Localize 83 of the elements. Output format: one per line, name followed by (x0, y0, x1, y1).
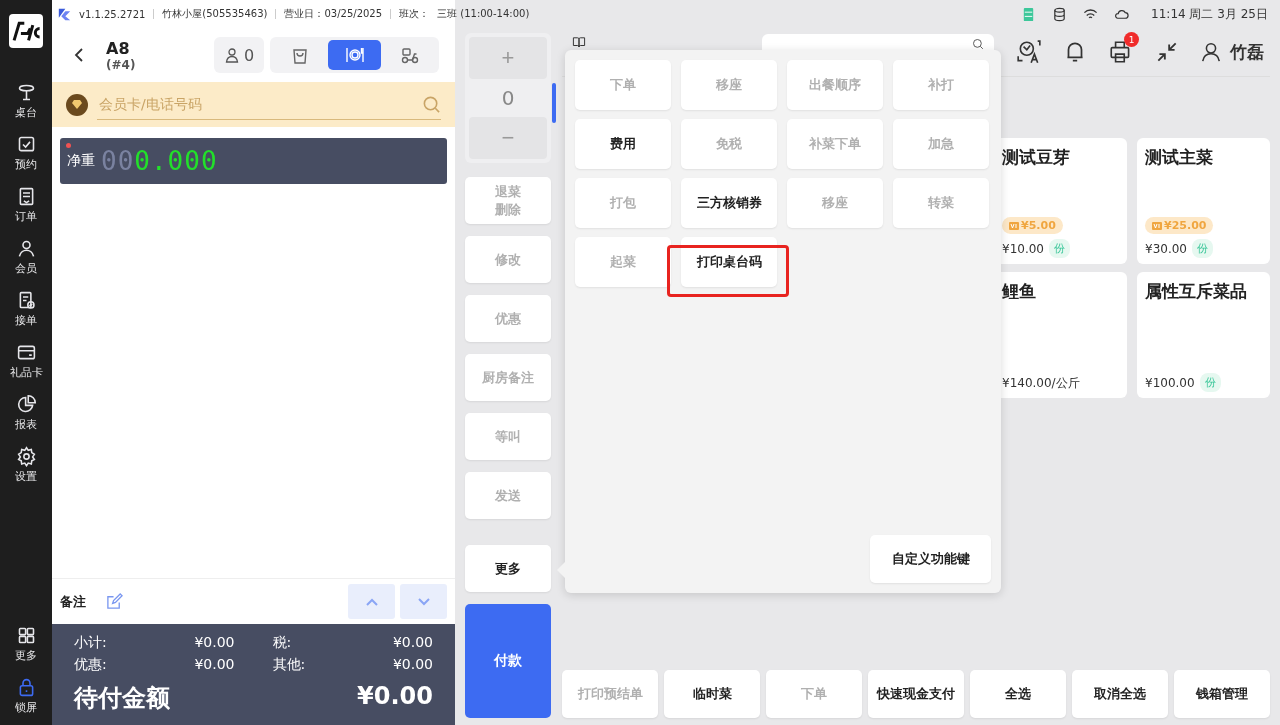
translate-icon[interactable] (1016, 39, 1042, 65)
nav-item[interactable]: 预约 (0, 134, 52, 172)
shift-time: 三班 (11:00-14:00) (437, 7, 530, 21)
nav-item[interactable]: 更多 (0, 625, 52, 663)
toolbar-button[interactable]: 钱箱管理 (1174, 670, 1270, 718)
dish-name: 测试豆芽 (1002, 146, 1071, 169)
summary-value: ¥0.00 (392, 634, 433, 652)
notification-badge: 1 (1124, 32, 1139, 47)
dish-card[interactable]: 测试主菜 ¥25.00 ¥30.00 份 (1137, 138, 1270, 264)
total-label: 待付金额 (74, 683, 170, 714)
customize-keys-button[interactable]: 自定义功能键 (870, 535, 991, 583)
nav-item[interactable]: 接单 (0, 290, 52, 328)
nav-item[interactable]: 订单 (0, 186, 52, 224)
vip-icon (1152, 221, 1162, 230)
table-name: A8 (106, 38, 131, 58)
member-search-field[interactable]: 会员卡/电话号码 (97, 95, 422, 113)
function-button[interactable]: 打印桌台码 (681, 237, 777, 287)
search-icon (972, 38, 984, 50)
remark-label: 备注 (60, 592, 86, 611)
summary-label: 税: (272, 634, 292, 652)
store-name: 竹林小屋(505535463) (162, 7, 268, 21)
member-price: ¥5.00 (1021, 219, 1056, 232)
category-tab-indicator (552, 83, 556, 123)
logo-icon (9, 14, 43, 48)
app-logo-icon (58, 7, 71, 21)
toolbar-button[interactable]: 全选 (970, 670, 1066, 718)
status-dot (66, 143, 71, 148)
dish-name: 测试主菜 (1145, 146, 1214, 169)
dish-price: ¥10.00 (1002, 241, 1044, 256)
pie-chart-icon (15, 394, 37, 415)
settings-icon (15, 446, 37, 467)
unit-tag: 份 (1199, 373, 1221, 392)
total-amount: ¥0.00 (357, 682, 433, 712)
function-button[interactable]: 三方核销券 (681, 178, 777, 228)
member-price: ¥25.00 (1164, 219, 1207, 232)
order-type-tab[interactable] (328, 40, 381, 70)
scooter-icon (399, 45, 420, 65)
dish-name: 属性互斥菜品 (1145, 280, 1248, 303)
database-icon (1052, 6, 1068, 22)
dish-name: 鲤鱼 (1002, 280, 1037, 303)
summary-label: 其他: (272, 656, 306, 674)
version-text: v1.1.25.2721 (79, 8, 146, 20)
dish-price: ¥140.00/公斤 (1002, 375, 1080, 392)
summary-value: ¥0.00 (194, 656, 235, 674)
unit-tag: 份 (1049, 239, 1070, 258)
vip-icon (1009, 221, 1019, 230)
nav-item[interactable]: 桌台 (0, 82, 52, 120)
dish-card[interactable]: 属性互斥菜品 ¥100.00 份 (1137, 272, 1270, 398)
nav-item[interactable]: 锁屏 (0, 677, 52, 715)
member-search-bar[interactable]: 会员卡/电话号码 (52, 82, 455, 127)
clock-text: 11:14 周二 3月 25日 (1151, 5, 1268, 23)
shift-label: 班次： (399, 7, 430, 21)
book-icon (572, 35, 586, 49)
net-weight-label: 净重 (67, 152, 95, 170)
guest-count-button[interactable]: 0 (214, 37, 264, 73)
summary-value: ¥0.00 (392, 656, 433, 674)
toolbar-button[interactable]: 临时菜 (664, 670, 760, 718)
plate-icon (344, 45, 365, 65)
dish-price: ¥100.00 (1145, 375, 1195, 390)
edit-icon[interactable] (106, 593, 123, 610)
toolbar-button[interactable]: 快速现金支付 (868, 670, 964, 718)
unused-digits: 00 (101, 146, 135, 176)
summary-label: 小计: (74, 634, 107, 652)
dish-price: ¥30.00 (1145, 241, 1187, 256)
toolbar-button[interactable]: 取消全选 (1072, 670, 1168, 718)
summary-value: ¥0.00 (194, 634, 235, 652)
nav-item[interactable]: 礼品卡 (0, 342, 52, 380)
more-button[interactable]: 更多 (465, 545, 551, 592)
unit-tag: 份 (1192, 239, 1213, 258)
weight-reading: 0.000 (134, 146, 218, 176)
order-number: (#4) (106, 57, 137, 72)
nav-item[interactable]: 报表 (0, 394, 52, 432)
nav-item[interactable]: 设置 (0, 446, 52, 484)
pay-button[interactable]: 付款 (465, 604, 551, 718)
user-button[interactable]: 竹磊 (1200, 40, 1264, 64)
person-icon (1200, 41, 1222, 63)
function-button[interactable]: 费用 (575, 119, 671, 169)
search-icon (422, 94, 441, 114)
nav-item[interactable]: 会员 (0, 238, 52, 276)
person-icon (223, 47, 240, 63)
business-day: 营业日：03/25/2025 (284, 7, 383, 21)
quantity-value: 0 (501, 85, 515, 112)
summary-label: 优惠: (74, 656, 107, 674)
